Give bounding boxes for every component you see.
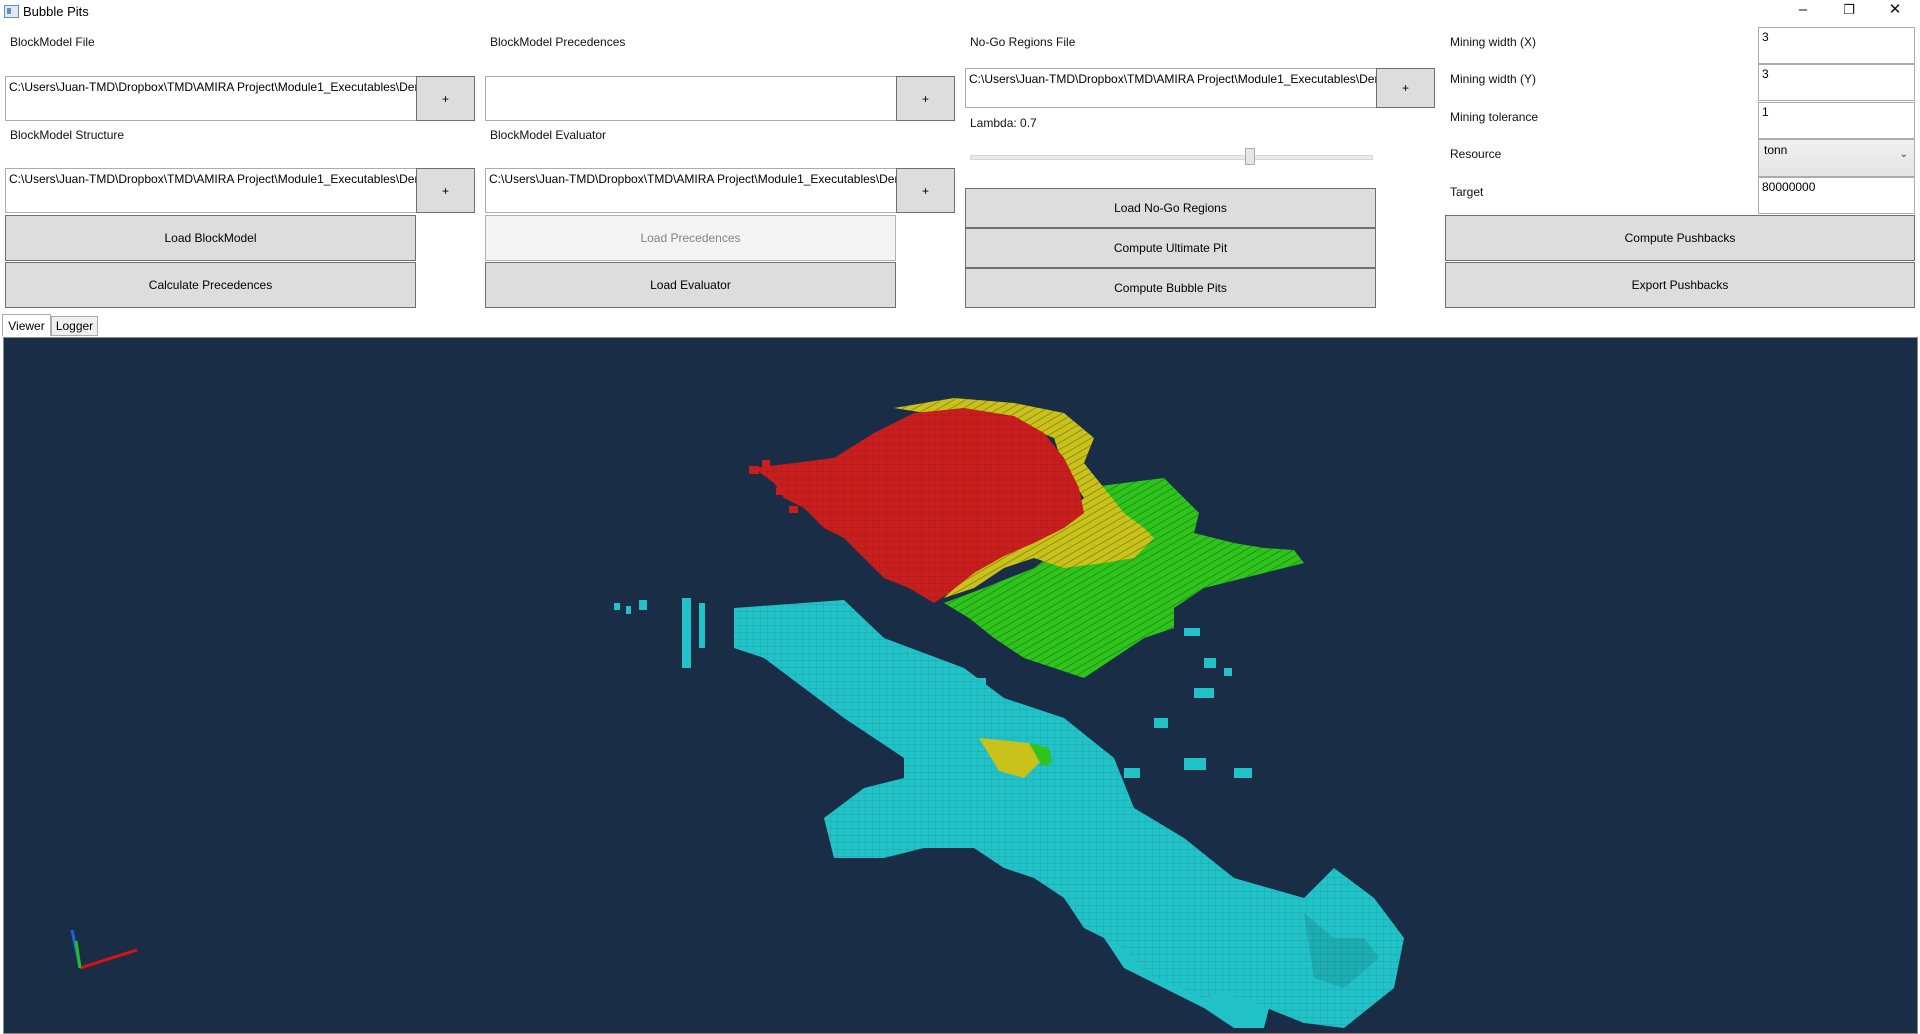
evaluator-file-label: BlockModel Evaluator	[490, 128, 607, 142]
blockmodel-file-input[interactable]: C:\Users\Juan-TMD\Dropbox\TMD\AMIRA Proj…	[5, 76, 417, 121]
tab-viewer[interactable]: Viewer	[2, 314, 51, 336]
target-input[interactable]: 80000000	[1758, 177, 1915, 214]
lambda-slider-thumb[interactable]	[1245, 148, 1255, 165]
block-model-render[interactable]	[4, 338, 1917, 1033]
export-pushbacks-button[interactable]: Export Pushbacks	[1445, 262, 1915, 308]
load-blockmodel-button[interactable]: Load BlockModel	[5, 215, 416, 261]
evaluator-file-input[interactable]: C:\Users\Juan-TMD\Dropbox\TMD\AMIRA Proj…	[485, 168, 897, 213]
mining-width-x-input[interactable]: 3	[1758, 27, 1915, 64]
axes-gizmo-icon	[70, 929, 138, 970]
mining-width-y-input[interactable]: 3	[1758, 64, 1915, 101]
minimize-button[interactable]: –	[1780, 0, 1826, 22]
load-precedences-button[interactable]: Load Precedences	[485, 215, 896, 261]
load-evaluator-button[interactable]: Load Evaluator	[485, 262, 896, 308]
mining-width-y-label: Mining width (Y)	[1450, 72, 1537, 86]
resource-select-value: tonn	[1764, 143, 1788, 157]
viewer-3d-panel[interactable]	[3, 337, 1918, 1034]
resource-label: Resource	[1450, 147, 1502, 161]
mining-width-x-label: Mining width (X)	[1450, 35, 1537, 49]
calculate-precedences-button[interactable]: Calculate Precedences	[5, 262, 416, 308]
precedences-file-input[interactable]	[485, 76, 897, 121]
close-button[interactable]: ✕	[1872, 0, 1918, 22]
restore-button[interactable]: ❐	[1826, 0, 1872, 22]
nogo-file-label: No-Go Regions File	[970, 35, 1076, 49]
blockmodel-file-browse-button[interactable]: +	[416, 76, 475, 121]
chevron-down-icon: ⌄	[1899, 149, 1908, 160]
blockmodel-structure-input[interactable]: C:\Users\Juan-TMD\Dropbox\TMD\AMIRA Proj…	[5, 168, 417, 213]
tab-logger[interactable]: Logger	[51, 316, 98, 336]
compute-ultimate-pit-button[interactable]: Compute Ultimate Pit	[965, 228, 1376, 268]
blockmodel-file-label: BlockModel File	[10, 35, 95, 49]
mining-tolerance-label: Mining tolerance	[1450, 110, 1539, 124]
title-bar: Bubble Pits – ❐ ✕	[0, 0, 1920, 24]
compute-pushbacks-button[interactable]: Compute Pushbacks	[1445, 215, 1915, 261]
app-icon	[4, 5, 19, 18]
nogo-file-input[interactable]: C:\Users\Juan-TMD\Dropbox\TMD\AMIRA Proj…	[965, 68, 1377, 108]
window-title: Bubble Pits	[23, 4, 89, 19]
blockmodel-structure-label: BlockModel Structure	[10, 128, 125, 142]
lambda-label: Lambda: 0.7	[970, 116, 1037, 130]
mining-tolerance-input[interactable]: 1	[1758, 102, 1915, 139]
nogo-browse-button[interactable]: +	[1376, 68, 1435, 108]
compute-bubble-pits-button[interactable]: Compute Bubble Pits	[965, 268, 1376, 308]
evaluator-browse-button[interactable]: +	[896, 168, 955, 213]
blockmodel-structure-browse-button[interactable]: +	[416, 168, 475, 213]
resource-select[interactable]: tonn ⌄	[1758, 139, 1915, 177]
lambda-slider-track[interactable]	[970, 155, 1373, 160]
load-nogo-regions-button[interactable]: Load No-Go Regions	[965, 188, 1376, 228]
precedences-file-label: BlockModel Precedences	[490, 35, 626, 49]
precedences-browse-button[interactable]: +	[896, 76, 955, 121]
target-label: Target	[1450, 185, 1484, 199]
